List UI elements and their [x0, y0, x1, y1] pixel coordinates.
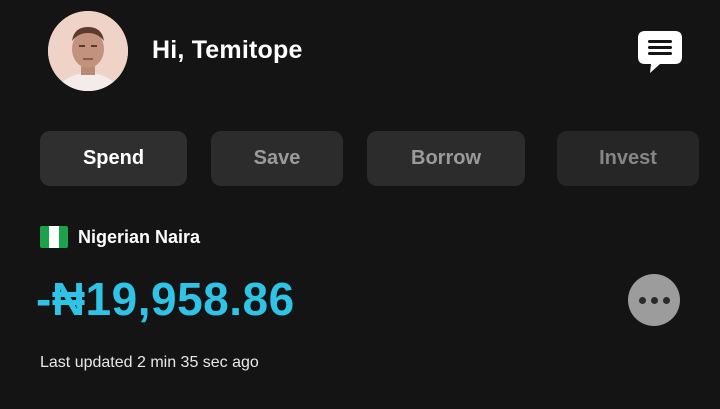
chat-bubble-icon: [638, 31, 682, 73]
more-dots-icon: [638, 296, 646, 304]
tab-spend[interactable]: Spend: [40, 131, 187, 186]
more-dots-icon: [650, 296, 658, 304]
more-options-button[interactable]: [628, 274, 680, 326]
tab-borrow[interactable]: Borrow: [367, 131, 525, 186]
tab-save[interactable]: Save: [211, 131, 343, 186]
last-updated-text: Last updated 2 min 35 sec ago: [40, 354, 259, 371]
currency-name: Nigerian Naira: [78, 226, 201, 247]
greeting-text: Hi, Temitope: [152, 36, 303, 64]
more-dots-icon: [662, 296, 670, 304]
account-balance: -₦19,958.86: [36, 273, 295, 325]
currency-row: Nigerian Naira: [40, 224, 200, 250]
tab-invest[interactable]: Invest: [557, 131, 699, 186]
nigeria-flag-icon: [40, 226, 68, 248]
avatar[interactable]: [48, 11, 128, 91]
chat-button[interactable]: [636, 29, 684, 75]
user-photo-icon: [48, 11, 128, 91]
